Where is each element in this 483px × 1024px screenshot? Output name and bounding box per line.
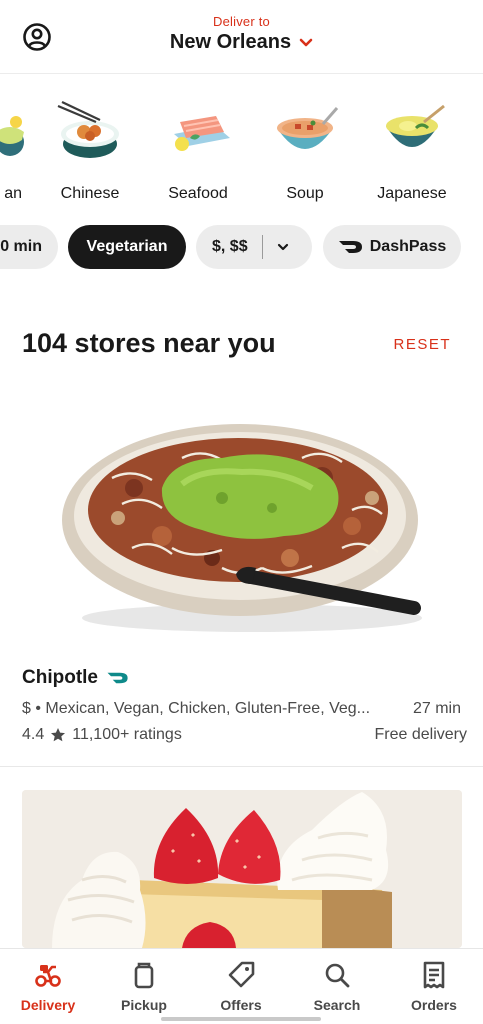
home-indicator[interactable] — [161, 1017, 321, 1021]
cheesecake-image — [22, 790, 462, 948]
cuisine-item-chinese[interactable]: Chinese — [40, 98, 140, 210]
seafood-icon — [174, 116, 230, 151]
tab-pickup[interactable]: Pickup — [104, 961, 184, 1013]
tab-label: Offers — [220, 997, 262, 1013]
cuisine-carousel[interactable]: an Chinese Seafood Soup Japanese — [0, 98, 483, 210]
tab-label: Orders — [411, 997, 457, 1013]
store-rating: 4.4 11,100+ ratings — [22, 726, 182, 744]
japanese-food-icon — [386, 104, 445, 147]
chevron-down-icon — [299, 38, 313, 46]
cuisine-item-japanese[interactable]: Japanese — [362, 98, 462, 210]
filter-chip-label: Vegetarian — [86, 238, 168, 255]
store-categories: $ • Mexican, Vegan, Chicken, Gluten-Free… — [22, 700, 371, 717]
cuisine-item-seafood[interactable]: Seafood — [148, 98, 248, 210]
filter-chip-price[interactable]: $, $$ — [196, 225, 312, 269]
tab-offers[interactable]: Offers — [201, 961, 281, 1013]
ratings-count: 11,100+ ratings — [72, 726, 182, 743]
cuisine-item-soup[interactable]: Soup — [255, 98, 355, 210]
cuisine-label: Chinese — [60, 185, 120, 202]
dashpass-icon — [338, 241, 362, 253]
tab-orders[interactable]: Orders — [394, 961, 474, 1013]
store-card-chipotle[interactable]: Chipotle $ • Mexican, Vegan, Chicken, Gl… — [0, 400, 483, 767]
filter-chip-vegetarian[interactable]: Vegetarian — [68, 225, 186, 269]
store-name: Chipotle — [22, 667, 130, 689]
location-name: New Orleans — [169, 31, 292, 53]
location-selector[interactable]: New Orleans — [170, 31, 313, 54]
cuisine-item-partial[interactable]: an — [0, 98, 38, 210]
filter-chip-dashpass[interactable]: DashPass — [323, 225, 461, 269]
star-icon — [51, 728, 66, 742]
store-name-text: Chipotle — [22, 667, 98, 688]
dashpass-icon — [107, 672, 128, 684]
deliver-to-label: Deliver to — [213, 14, 270, 29]
tab-label: Pickup — [121, 997, 167, 1013]
stores-count-heading: 104 stores near you — [22, 328, 276, 358]
delivery-fee: Free delivery — [374, 726, 467, 743]
chevron-down-icon — [277, 243, 288, 251]
tab-delivery[interactable]: Delivery — [8, 961, 88, 1013]
bottom-navigation: Delivery Pickup Offers Search Orders — [0, 948, 483, 1024]
reset-filters-button[interactable]: RESET — [393, 336, 451, 353]
cuisine-label: Soup — [286, 185, 324, 202]
search-icon — [325, 963, 350, 988]
filter-chip-label: 0 min — [0, 238, 42, 255]
store-card-next[interactable] — [22, 790, 462, 948]
delivery-scooter-icon — [35, 965, 61, 987]
cuisine-label: Japanese — [377, 185, 447, 202]
delivery-address: Deliver to New Orleans — [0, 14, 483, 54]
filter-chip-label: $, $$ — [212, 238, 248, 255]
burrito-bowl-image — [62, 424, 422, 632]
tab-label: Search — [313, 997, 361, 1013]
chinese-food-icon — [57, 101, 119, 158]
soup-icon — [277, 107, 339, 149]
tag-icon — [228, 961, 255, 988]
partial-cuisine-icon — [0, 116, 24, 156]
bag-icon — [134, 962, 154, 989]
filter-chip-time[interactable]: 0 min — [0, 225, 58, 269]
filter-chip-label: DashPass — [369, 238, 447, 255]
rating-value: 4.4 — [22, 726, 45, 743]
tab-label: Delivery — [20, 997, 76, 1013]
chip-divider — [261, 235, 263, 259]
store-image — [22, 418, 462, 640]
delivery-time: 27 min — [412, 700, 461, 717]
receipt-icon — [423, 961, 445, 989]
cuisine-label: an — [4, 185, 22, 202]
tab-search[interactable]: Search — [297, 961, 377, 1013]
filter-bar: 0 min Vegetarian $, $$ DashPass — [0, 225, 483, 271]
cuisine-label: Seafood — [168, 185, 228, 202]
top-bar: Deliver to New Orleans — [0, 0, 483, 74]
